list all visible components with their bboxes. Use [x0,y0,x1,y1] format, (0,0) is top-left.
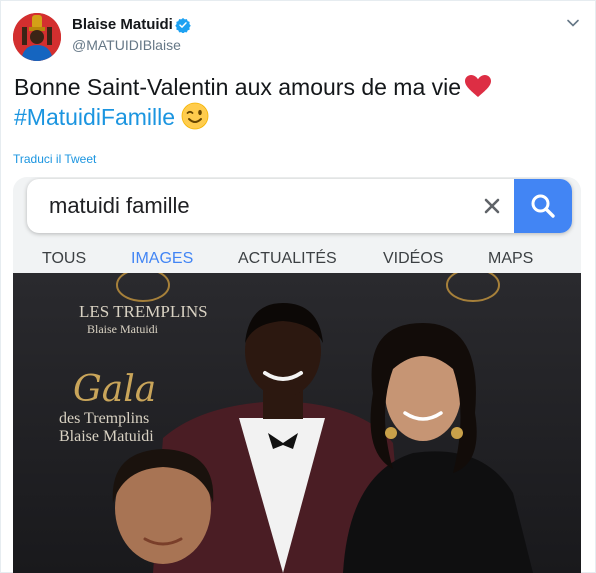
tweet-media-image[interactable]: matuidi famille TOUS IMAGES ACTUALITÉS V… [13,177,581,573]
backdrop-gala-script: Gala [73,369,156,410]
close-icon[interactable] [482,196,502,216]
translate-tweet-link[interactable]: Traduci il Tweet [13,152,96,166]
search-tabs: TOUS IMAGES ACTUALITÉS VIDÉOS MAPS [13,250,581,272]
heart-emoji-icon [465,75,492,97]
author-name[interactable]: Blaise Matuidi [72,16,173,33]
chevron-down-icon[interactable] [566,16,580,30]
hashtag-link[interactable]: #MatuidiFamille [14,104,175,130]
author-handle[interactable]: @MATUIDIBlaise [72,37,181,53]
search-button[interactable] [514,179,572,233]
tab-videos[interactable]: VIDÉOS [383,250,443,268]
tab-maps[interactable]: MAPS [488,250,533,268]
tab-actualites[interactable]: ACTUALITÉS [238,250,337,268]
tab-tous[interactable]: TOUS [42,250,86,268]
search-input[interactable]: matuidi famille [49,193,190,219]
winking-face-emoji-icon [181,102,209,130]
tweet-text: Bonne Saint-Valentin aux amours de ma vi… [14,72,492,132]
search-icon [531,194,555,218]
backdrop-subtitle: Blaise Matuidi [87,322,159,336]
tweet-line: Bonne Saint-Valentin aux amours de ma vi… [14,74,462,100]
verified-badge-icon [175,18,191,33]
backdrop-gala-line3: Blaise Matuidi [59,428,154,445]
backdrop-brand: LES TREMPLINS [79,302,208,321]
avatar[interactable] [13,13,61,61]
family-photo: LES TREMPLINS Blaise Matuidi Gala des Tr… [13,273,581,573]
backdrop-gala-line2: des Tremplins [59,410,149,427]
search-bar: matuidi famille [27,179,572,233]
tab-images[interactable]: IMAGES [131,250,193,268]
